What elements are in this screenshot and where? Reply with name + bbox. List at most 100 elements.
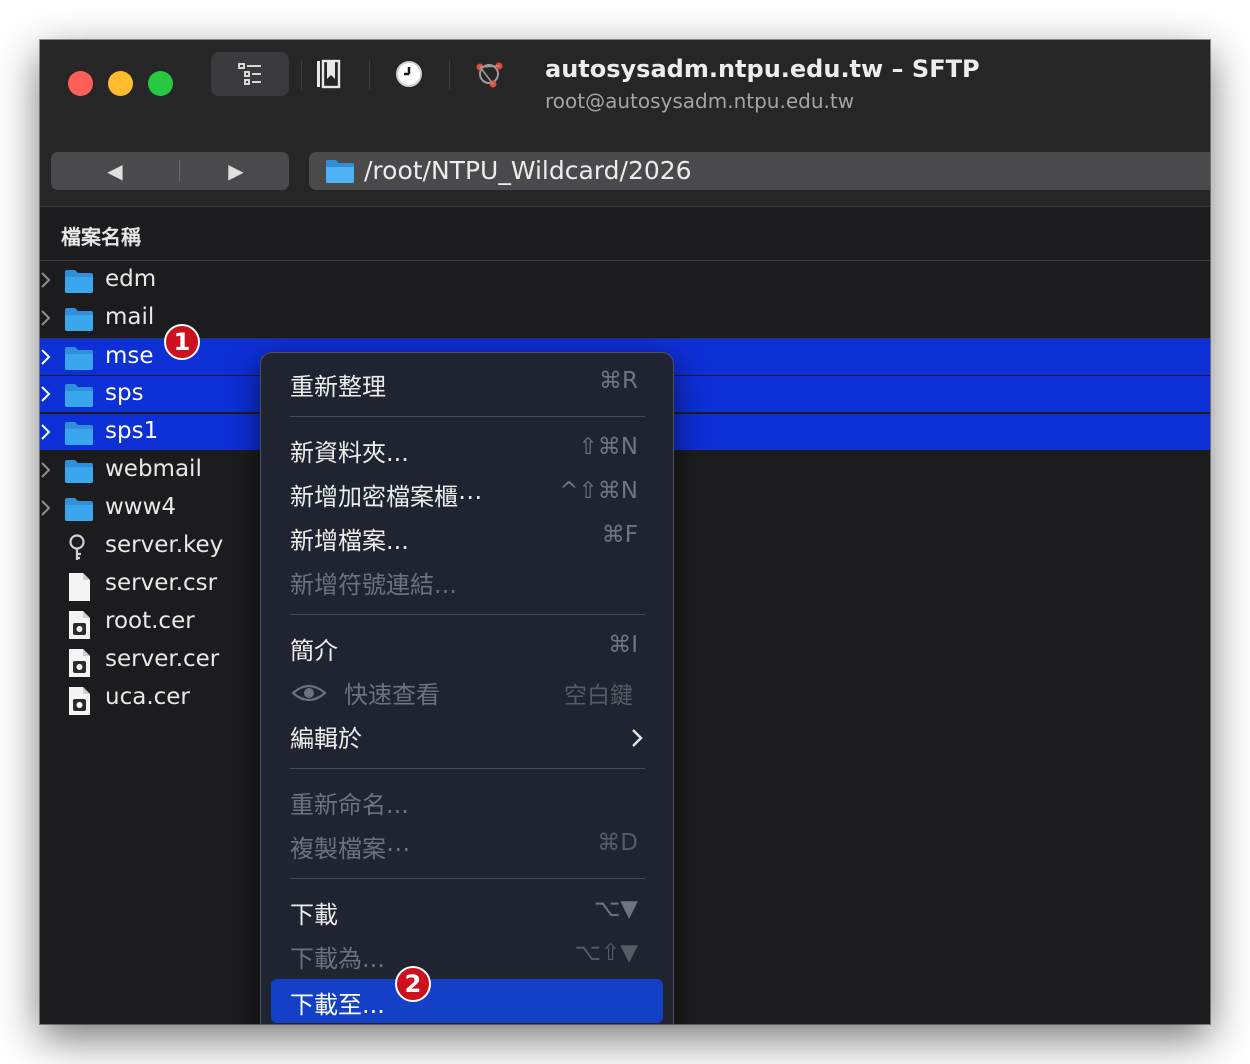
menu-item-download-to[interactable]: 下載至...: [271, 979, 663, 1023]
menu-item-shortcut: ⌥⇧▼: [574, 940, 638, 966]
disclosure-chevron-icon: [41, 310, 51, 326]
menu-item-label: 下載至...: [290, 991, 385, 1019]
menu-item-label: 下載為...: [290, 945, 385, 973]
menu-item-shortcut: ⇧⌘N: [578, 434, 638, 460]
folder-icon: [65, 460, 93, 483]
menu-item-shortcut: ⌘R: [599, 368, 638, 394]
file-name: server.cer: [105, 646, 220, 672]
disclosure-chevron-icon[interactable]: [40, 348, 52, 370]
menu-item-rename: 重新命名...: [261, 783, 673, 823]
disclosure-chevron-icon[interactable]: [40, 499, 52, 521]
certificate-icon: [69, 611, 90, 639]
file-row[interactable]: mail: [40, 300, 1210, 336]
title-bar: autosysadm.ntpu.edu.tw – SFTP root@autos…: [40, 40, 1210, 136]
window-subtitle: root@autosysadm.ntpu.edu.tw: [545, 89, 855, 113]
menu-item-label: 新增符號連結...: [290, 571, 457, 599]
menu-item-download[interactable]: 下載 ⌥▼: [261, 893, 673, 933]
folder-icon: [65, 308, 93, 331]
outline-view-button[interactable]: [211, 52, 289, 96]
column-header-filename[interactable]: 檔案名稱: [61, 221, 141, 250]
disclosure-chevron-icon[interactable]: [40, 423, 52, 445]
menu-item-shortcut: ⌘F: [601, 522, 638, 548]
menu-item-label: 新資料夾...: [290, 439, 409, 467]
menu-item-edit-with[interactable]: 編輯於: [261, 717, 673, 757]
menu-item-label: 重新命名...: [290, 791, 409, 819]
step-badge-2: 2: [395, 966, 431, 1002]
menu-item-label: 複製檔案⋯: [290, 835, 410, 863]
sftp-window: autosysadm.ntpu.edu.tw – SFTP root@autos…: [40, 40, 1210, 1024]
menu-item-new-folder[interactable]: 新資料夾... ⇧⌘N: [261, 431, 673, 471]
menu-item-label: 編輯於: [290, 725, 362, 753]
folder-icon: [65, 347, 93, 370]
file-name: sps: [105, 380, 144, 406]
connection-button[interactable]: [470, 57, 508, 91]
folder-icon: [64, 496, 94, 526]
menu-item-shortcut: ⌘I: [608, 632, 638, 658]
history-button[interactable]: [390, 57, 428, 91]
certificate-icon: [69, 687, 90, 715]
menu-item-label: 新增檔案...: [290, 527, 409, 555]
history-clock-icon: [396, 61, 422, 87]
menu-item-download-as: 下載為... ⌥⇧▼: [261, 937, 673, 977]
eye-icon: [291, 684, 327, 702]
folder-icon: [64, 420, 94, 450]
close-window-button[interactable]: [68, 71, 93, 96]
disclosure-chevron-icon[interactable]: [40, 309, 52, 331]
menu-item-label: 簡介: [290, 637, 338, 665]
menu-item-refresh[interactable]: 重新整理 ⌘R: [261, 365, 673, 405]
folder-icon: [65, 422, 93, 445]
folder-icon: [64, 382, 94, 412]
menu-item-shortcut: ⌥▼: [593, 896, 638, 922]
back-button[interactable]: ◀: [56, 152, 174, 190]
disclosure-chevron-icon: [41, 349, 51, 365]
forward-button[interactable]: ▶: [177, 152, 295, 190]
menu-item-shortcut: 空白鍵: [564, 683, 633, 709]
zoom-window-button[interactable]: [148, 71, 173, 96]
menu-item-label: 重新整理: [290, 373, 386, 401]
document-icon: [64, 572, 94, 606]
disclosure-chevron-icon: [41, 462, 51, 478]
file-name: mse: [105, 343, 154, 369]
disclosure-chevron-icon[interactable]: [40, 385, 52, 407]
folder-icon: [64, 268, 94, 298]
menu-item-shortcut: ⌘D: [597, 830, 638, 856]
disclosure-chevron-icon: [41, 386, 51, 402]
back-forward-group: ◀ ▶: [51, 152, 289, 190]
connection-icon: [476, 62, 503, 88]
folder-icon: [65, 384, 93, 407]
menu-item-label: 快速查看: [344, 681, 440, 709]
disclosure-chevron-icon: [41, 272, 51, 288]
window-title: autosysadm.ntpu.edu.tw – SFTP: [545, 55, 980, 83]
bookmarks-button[interactable]: [310, 57, 346, 91]
disclosure-chevron-icon: [41, 500, 51, 516]
file-name: root.cer: [105, 608, 195, 634]
file-name: server.key: [105, 532, 224, 558]
folder-icon: [65, 498, 93, 521]
disclosure-chevron-icon: [41, 424, 51, 440]
navigation-bar: ◀ ▶ /root/NTPU_Wildcard/2026: [40, 136, 1210, 207]
certificate-icon: [64, 686, 94, 720]
path-selector[interactable]: /root/NTPU_Wildcard/2026: [309, 152, 1210, 190]
context-menu: 重新整理 ⌘R 新資料夾... ⇧⌘N 新增加密檔案櫃⋯ ^⇧⌘N 新增檔案..…: [260, 352, 674, 1024]
minimize-window-button[interactable]: [108, 71, 133, 96]
folder-icon: [65, 270, 93, 293]
outline-view-icon: [238, 63, 261, 85]
chevron-right-icon: [632, 729, 643, 747]
folder-icon: [64, 306, 94, 336]
file-name: mail: [105, 304, 155, 330]
current-path: /root/NTPU_Wildcard/2026: [364, 156, 692, 185]
certificate-icon: [64, 648, 94, 682]
menu-item-new-symlink: 新增符號連結...: [261, 563, 673, 603]
step-badge-1: 1: [164, 324, 200, 360]
menu-item-new-file[interactable]: 新增檔案... ⌘F: [261, 519, 673, 559]
file-name: sps1: [105, 418, 159, 444]
disclosure-chevron-icon[interactable]: [40, 461, 52, 483]
menu-item-new-encrypted-vault[interactable]: 新增加密檔案櫃⋯ ^⇧⌘N: [261, 475, 673, 515]
disclosure-chevron-icon[interactable]: [40, 271, 52, 293]
menu-item-label: 新增加密檔案櫃⋯: [290, 483, 482, 511]
bookmarks-icon: [317, 59, 341, 89]
file-name: webmail: [105, 456, 202, 482]
key-icon: [69, 534, 85, 560]
file-row[interactable]: edm: [40, 262, 1210, 298]
menu-item-info[interactable]: 簡介 ⌘I: [261, 629, 673, 669]
